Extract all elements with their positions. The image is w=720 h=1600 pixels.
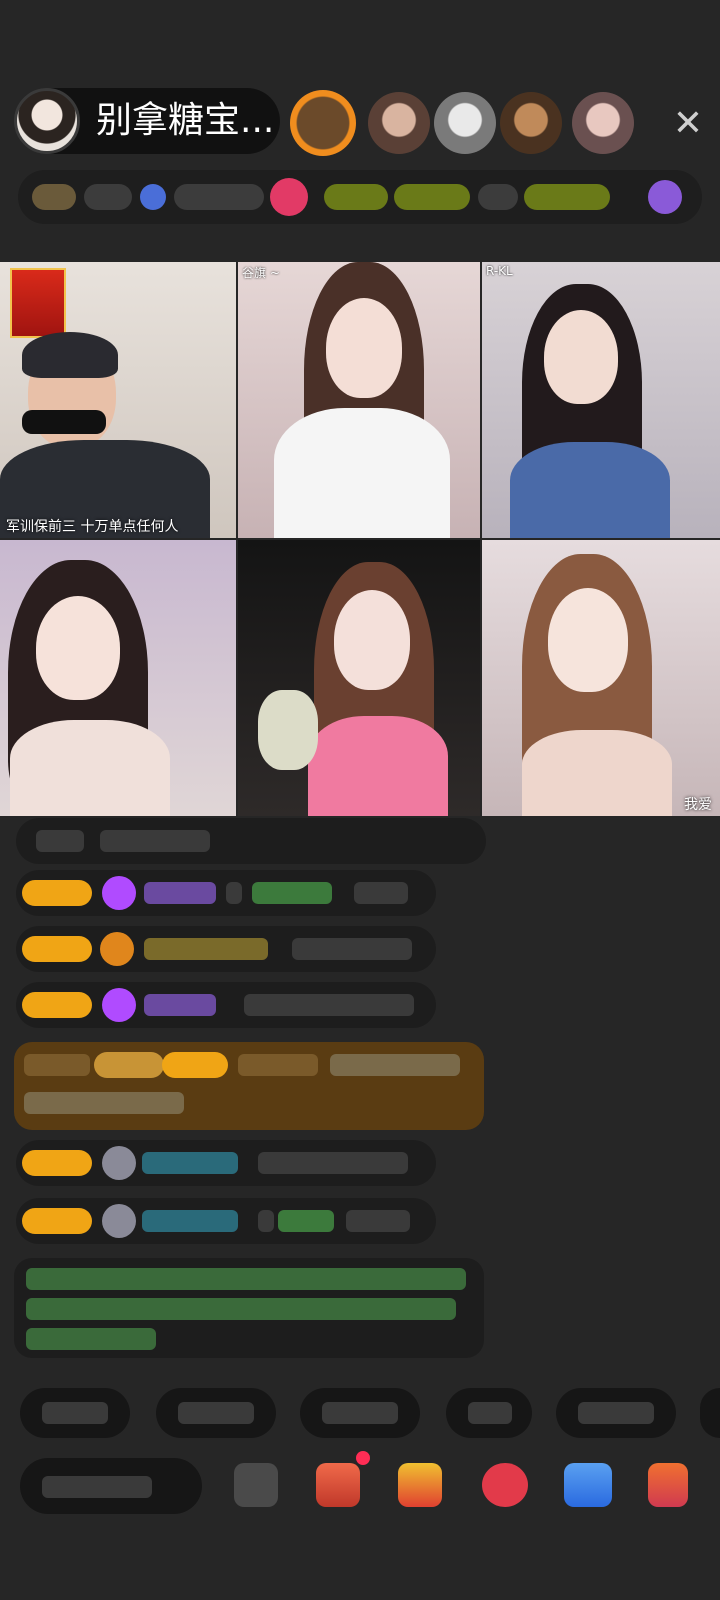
gift-icon[interactable] (482, 1463, 528, 1507)
host-info[interactable]: 别拿糖宝... (14, 88, 280, 154)
badge-icon (270, 178, 308, 216)
guest-caption: 军训保前三 十万单点任何人 (6, 519, 179, 535)
level-badge (22, 880, 92, 906)
viewer-avatar[interactable] (500, 92, 562, 154)
gift-box-icon[interactable] (316, 1463, 360, 1507)
quick-reply-button[interactable] (556, 1388, 676, 1438)
avatar (102, 1146, 136, 1180)
avatar (102, 1204, 136, 1238)
fan-badge-icon (100, 932, 134, 966)
tag-pill (394, 184, 470, 210)
tag-pill (324, 184, 388, 210)
chat-message[interactable] (16, 870, 436, 916)
live-info-bar[interactable] (18, 170, 702, 224)
notification-dot (356, 1451, 370, 1465)
chat-message[interactable] (16, 926, 436, 972)
top-bar: 别拿糖宝... ✕ (0, 0, 720, 250)
info-text (84, 184, 132, 210)
gift-icon[interactable] (648, 180, 682, 214)
level-badge (22, 992, 92, 1018)
fans-icon (140, 184, 166, 210)
level-badge (22, 1150, 92, 1176)
chat-message[interactable] (16, 1198, 436, 1244)
guest-caption: 我爱 (684, 797, 712, 813)
share-icon[interactable] (564, 1463, 612, 1507)
guest-video[interactable]: R-KL (482, 262, 720, 538)
guest-video[interactable]: 谷旗 ~ (238, 262, 480, 538)
quick-reply-button[interactable] (700, 1388, 720, 1438)
diamond-icon (102, 876, 136, 910)
gift-message[interactable] (14, 1042, 484, 1130)
viewer-avatar[interactable] (368, 92, 430, 154)
quick-reply-button[interactable] (20, 1388, 130, 1438)
system-notice (14, 1258, 484, 1358)
quick-reply-button[interactable] (156, 1388, 276, 1438)
tag-pill (524, 184, 610, 210)
level-badge (22, 936, 92, 962)
viewer-avatar[interactable] (434, 92, 496, 154)
close-icon[interactable]: ✕ (668, 104, 708, 144)
guest-video[interactable] (0, 540, 236, 816)
tag-pill (478, 184, 518, 210)
chat-message[interactable] (16, 818, 486, 864)
guest-tag: R-KL (486, 264, 513, 278)
host-avatar[interactable] (14, 88, 80, 154)
activity-icon[interactable] (398, 1463, 442, 1507)
rank-icon (32, 184, 76, 210)
level-badge (22, 1208, 92, 1234)
quick-reply-button[interactable] (300, 1388, 420, 1438)
host-name: 别拿糖宝... (96, 100, 275, 141)
chat-message[interactable] (16, 982, 436, 1028)
poster-image (10, 268, 66, 338)
info-text (174, 184, 264, 210)
chat-message[interactable] (16, 1140, 436, 1186)
emoji-icon[interactable] (234, 1463, 278, 1507)
guest-video[interactable] (238, 540, 480, 816)
more-icon[interactable] (648, 1463, 688, 1507)
comment-input[interactable] (20, 1458, 202, 1514)
quick-reply-button[interactable] (446, 1388, 532, 1438)
top-viewer-avatar[interactable] (290, 90, 356, 156)
guest-video[interactable]: 军训保前三 十万单点任何人 (0, 262, 236, 538)
guest-tag: 谷旗 ~ (242, 266, 280, 280)
guest-video[interactable]: 我爱 (482, 540, 720, 816)
sunglasses (22, 410, 106, 434)
multi-guest-grid: 军训保前三 十万单点任何人 谷旗 ~ R-KL 我爱 (0, 262, 720, 818)
viewer-avatar[interactable] (572, 92, 634, 154)
diamond-icon (102, 988, 136, 1022)
